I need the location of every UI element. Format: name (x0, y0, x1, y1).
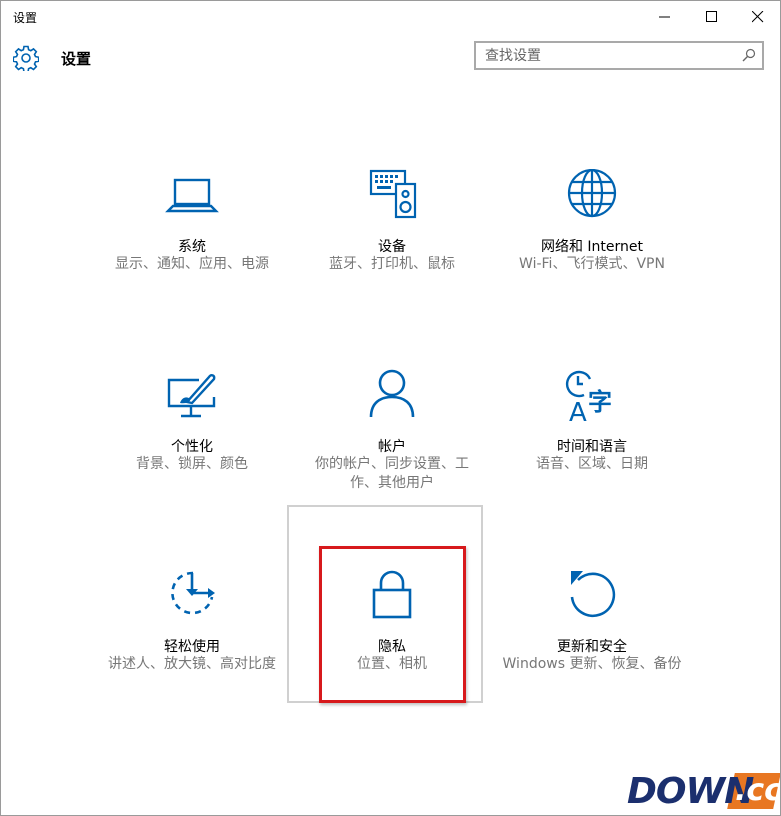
tile-label: 更新和安全 (557, 639, 627, 655)
tile-description: 位置、相机 (357, 656, 427, 672)
page-title: 设置 (61, 50, 92, 68)
minimize-icon (659, 16, 670, 18)
maximize-icon (706, 11, 717, 22)
tile-description: 显示、通知、应用、电源 (115, 256, 269, 272)
search-input[interactable] (476, 43, 735, 68)
tile-network[interactable]: 网络和 Internet Wi-Fi、飞行模式、VPN (492, 169, 692, 349)
settings-window: 设置 设置 系统 显示、通知、应用 (0, 0, 781, 816)
gear-icon (13, 45, 39, 71)
watermark-suffix: .cc (735, 773, 781, 808)
svg-text:A: A (569, 398, 587, 428)
maximize-button[interactable] (689, 1, 735, 33)
tile-label: 系统 (178, 239, 206, 255)
tile-label: 隐私 (378, 639, 406, 655)
tile-description: 背景、锁屏、颜色 (136, 456, 248, 472)
globe-icon (567, 169, 617, 218)
tile-label: 设备 (378, 239, 406, 255)
search-icon[interactable] (742, 48, 756, 62)
tile-label: 轻松使用 (164, 639, 220, 655)
search-box[interactable] (474, 41, 764, 70)
lock-icon (372, 570, 412, 619)
tile-update-security[interactable]: 更新和安全 Windows 更新、恢复、备份 (492, 569, 692, 749)
close-icon (752, 11, 764, 23)
keyboard-speaker-icon (369, 169, 417, 219)
time-language-icon: A 字 (565, 370, 612, 428)
tile-privacy[interactable]: 隐私 位置、相机 (287, 505, 492, 749)
watermark-logo: DOWN .cc (618, 769, 781, 813)
refresh-icon (570, 571, 616, 618)
tile-ease-of-access[interactable]: 轻松使用 讲述人、放大镜、高对比度 (92, 569, 292, 749)
tile-label: 个性化 (171, 439, 213, 455)
tile-personalization[interactable]: 个性化 背景、锁屏、颜色 (92, 369, 292, 549)
paint-monitor-icon (167, 374, 216, 418)
tile-label: 时间和语言 (557, 439, 627, 455)
tile-description: 语音、区域、日期 (536, 456, 648, 472)
tile-system[interactable]: 系统 显示、通知、应用、电源 (92, 169, 292, 349)
svg-text:字: 字 (588, 388, 612, 416)
title-bar[interactable]: 设置 (1, 1, 780, 33)
ease-of-access-icon (171, 571, 215, 615)
close-button[interactable] (735, 1, 780, 33)
tile-description: Windows 更新、恢复、备份 (502, 656, 682, 672)
tile-description: 蓝牙、打印机、鼠标 (329, 256, 455, 272)
laptop-icon (165, 178, 219, 213)
person-icon (369, 369, 415, 418)
tile-devices[interactable]: 设备 蓝牙、打印机、鼠标 (292, 169, 492, 349)
tile-label: 网络和 Internet (540, 239, 644, 255)
tile-description: Wi-Fi、飞行模式、VPN (519, 256, 665, 272)
minimize-button[interactable] (642, 1, 688, 33)
window-title: 设置 (13, 11, 38, 25)
tile-label: 帐户 (378, 439, 406, 455)
tile-description: 讲述人、放大镜、高对比度 (108, 656, 276, 672)
tile-time-language[interactable]: A 字 时间和语言 语音、区域、日期 (492, 369, 692, 549)
tile-description: 你的帐户、同步设置、工作、其他用户 (315, 456, 469, 491)
